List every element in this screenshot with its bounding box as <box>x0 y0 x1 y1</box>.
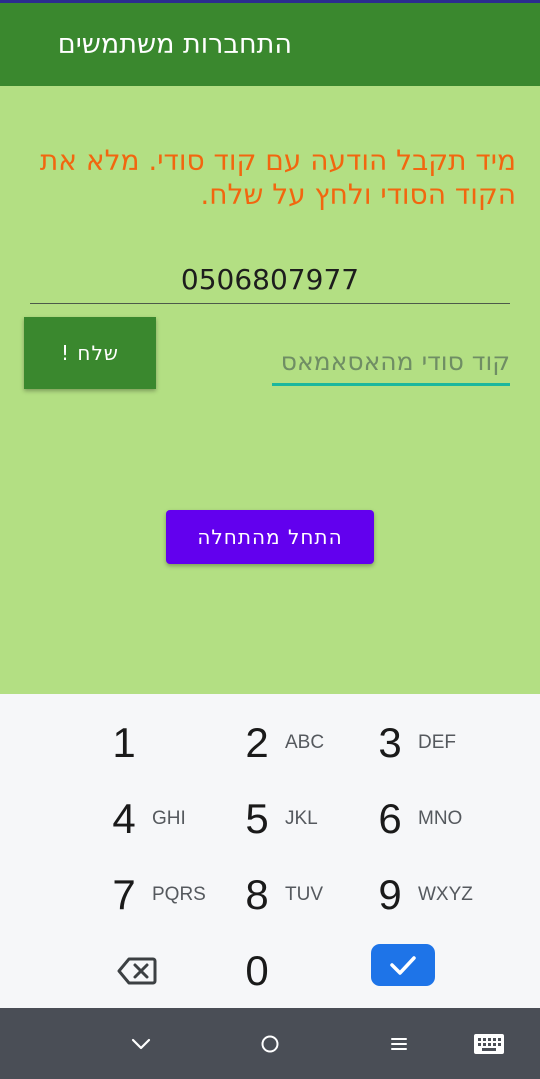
key-7[interactable]: 7 PQRS <box>102 861 236 929</box>
key-9[interactable]: 9 WXYZ <box>368 861 502 929</box>
key-0[interactable]: 0 <box>235 937 369 1005</box>
page-title: התחברות משתמשים <box>57 29 292 60</box>
key-letters: JKL <box>285 808 318 829</box>
keyboard-switch-button[interactable] <box>467 1024 511 1064</box>
key-letters: TUV <box>285 884 323 905</box>
send-button[interactable]: שלח ! <box>24 317 156 389</box>
key-letters: PQRS <box>152 884 206 905</box>
done-key[interactable] <box>371 944 435 986</box>
main-content: מיד תקבל הודעה עם קוד סודי. מלא את הקוד … <box>0 86 540 694</box>
checkmark-icon <box>390 956 416 975</box>
key-digit: 5 <box>245 795 269 842</box>
menu-icon <box>391 1038 407 1050</box>
key-3[interactable]: 3 DEF <box>368 709 502 777</box>
instruction-message: מיד תקבל הודעה עם קוד סודי. מלא את הקוד … <box>39 144 516 211</box>
home-circle-icon <box>261 1035 279 1053</box>
phone-input[interactable] <box>30 263 510 296</box>
key-digit: 1 <box>112 719 136 766</box>
keyboard-icon <box>474 1034 504 1054</box>
key-4[interactable]: 4 GHI <box>102 785 236 853</box>
key-digit: 8 <box>245 871 269 918</box>
numeric-keyboard: 1 2 ABC 3 DEF 4 GHI 5 JKL 6 MNO 7 PQRS 8… <box>0 694 540 1008</box>
home-button[interactable] <box>248 1024 292 1064</box>
key-letters: DEF <box>418 732 456 753</box>
key-digit: 9 <box>378 871 402 918</box>
secret-code-input[interactable] <box>272 346 510 376</box>
key-letters: WXYZ <box>418 884 473 905</box>
key-5[interactable]: 5 JKL <box>235 785 369 853</box>
key-digit: 3 <box>378 719 402 766</box>
key-digit: 6 <box>378 795 402 842</box>
recents-button[interactable] <box>377 1024 421 1064</box>
restart-button[interactable]: התחל מהתחלה <box>166 510 374 564</box>
key-6[interactable]: 6 MNO <box>368 785 502 853</box>
backspace-icon <box>117 957 157 985</box>
navigation-bar <box>0 1008 540 1079</box>
key-letters: GHI <box>152 808 186 829</box>
key-letters: ABC <box>285 732 325 753</box>
phone-field[interactable] <box>30 256 510 304</box>
key-letters: MNO <box>418 808 463 829</box>
key-digit: 7 <box>112 871 136 918</box>
backspace-key[interactable] <box>110 950 164 992</box>
key-1[interactable]: 1 <box>102 709 236 777</box>
hide-keyboard-button[interactable] <box>119 1024 163 1064</box>
app-bar: התחברות משתמשים <box>0 3 540 86</box>
key-2[interactable]: 2 ABC <box>235 709 369 777</box>
key-8[interactable]: 8 TUV <box>235 861 369 929</box>
key-digit: 0 <box>245 947 269 994</box>
chevron-down-icon <box>131 1038 151 1050</box>
secret-code-field[interactable] <box>272 339 510 386</box>
key-digit: 4 <box>112 795 136 842</box>
key-digit: 2 <box>245 719 269 766</box>
